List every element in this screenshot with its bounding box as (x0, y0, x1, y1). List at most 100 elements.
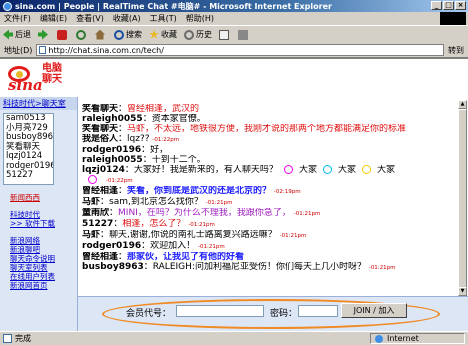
chat-text: lqz?? (127, 134, 150, 144)
chat-message: 笑看聊天：马虾，不太远，地铁很方便，我刚才说的那两个地方都能满足你的标准 (82, 124, 458, 134)
sidebar-link-chatbar[interactable]: 新浪聊吧 (0, 245, 77, 254)
sidebar-link-tech[interactable]: 科技时代 (0, 210, 77, 219)
menu-tools[interactable]: 工具(T) (150, 13, 177, 24)
chat-nick[interactable]: 马虾 (82, 197, 100, 207)
page-viewport: sina 电脑 聊天 科技时代>聊天室 sam0513 小月亮729 busbo… (0, 58, 468, 331)
password-label: 密码： (270, 309, 298, 319)
chat-scrollbar[interactable]: ▲ ▼ (458, 100, 467, 296)
chat-text: 聊天,谢谢,你说的南礼士路离复兴路远嘛？ (109, 230, 277, 240)
home-button[interactable] (95, 29, 107, 40)
smiley-icon (88, 175, 97, 184)
toolbar: 后退 搜索 收藏 历史 (0, 25, 468, 43)
chat-nick[interactable]: 笑看聊天 (82, 104, 118, 114)
smiley-caption: 大家 (337, 165, 356, 175)
password-input[interactable] (298, 305, 338, 317)
security-zone: Internet (370, 333, 465, 344)
logo-brand: 电脑 聊天 (42, 63, 62, 85)
chat-timestamp: -02:19pm (273, 189, 301, 195)
menu-favorites[interactable]: 收藏(A) (113, 13, 141, 24)
chat-text: 笑看，你到底是武汉的还是北京的？ (127, 186, 272, 196)
member-id-input[interactable] (176, 305, 264, 317)
user-list[interactable]: sam0513 小月亮729 busboy8963 笑看聊天 lqzj0124 … (3, 113, 54, 185)
menu-edit[interactable]: 编辑(E) (40, 13, 67, 24)
history-button[interactable]: 历史 (184, 29, 212, 40)
sidebar-link-home[interactable]: 新浪网首页 (0, 281, 77, 290)
chat-nick[interactable]: busboy8963 (82, 262, 144, 272)
page-icon (39, 46, 47, 54)
chat-separator: ： (141, 145, 151, 155)
print-button[interactable] (238, 29, 250, 40)
chat-timestamp: -01:22pm (105, 178, 133, 184)
favorites-button[interactable]: 收藏 (149, 29, 177, 40)
sidebar-link-commands[interactable]: 聊天命令说明 (0, 254, 77, 263)
search-button[interactable]: 搜索 (114, 29, 142, 40)
mail-button[interactable] (219, 29, 231, 40)
menu-help[interactable]: 帮助(H) (186, 13, 214, 24)
scroll-up-button[interactable]: ▲ (458, 100, 467, 109)
smiley-icon (322, 165, 332, 174)
refresh-button[interactable] (76, 29, 88, 40)
ie-icon (3, 1, 12, 11)
chat-nick[interactable]: 51227 (82, 219, 113, 229)
menu-view[interactable]: 查看(V) (76, 13, 104, 24)
sidebar-link-network[interactable]: 新浪网络 (0, 236, 77, 245)
chat-message: lqzj0124：大家好！我是新来的，有人聊天吗？ 大家 大家 大家 (82, 165, 458, 175)
chat-separator: ： (118, 186, 128, 196)
chat-text: 相逢，怎么了？ (122, 219, 186, 229)
join-panel: 会员代号： 密码： JOIN / 加入 (78, 296, 468, 331)
back-button[interactable]: 后退 (3, 29, 31, 40)
close-button[interactable]: × (455, 1, 466, 10)
sidebar-link-software[interactable]: >> 软件下载 (0, 219, 77, 228)
chat-separator: ： (113, 219, 123, 229)
search-icon (114, 29, 124, 40)
forward-button[interactable] (38, 29, 50, 40)
chat-nick[interactable]: 曾经相逢 (82, 186, 118, 196)
chat-text: 曾经相逢，武汉的 (127, 104, 200, 114)
address-bar: 地址(D) http://chat.sina.com.cn/tech/ 转到 (0, 43, 468, 57)
chat-text: 好， (150, 145, 169, 155)
refresh-icon (76, 29, 86, 40)
sidebar-link-news[interactable]: 新闻西西 (0, 193, 77, 202)
scroll-down-button[interactable]: ▼ (458, 287, 467, 296)
search-label: 搜索 (126, 30, 142, 39)
go-button[interactable]: 转到 (448, 45, 464, 56)
chat-text: sam,到北京怎么找你？ (109, 197, 203, 207)
chat-separator: ： (109, 208, 119, 218)
chat-nick[interactable]: 马虾 (82, 230, 100, 240)
address-input[interactable]: http://chat.sina.com.cn/tech/ (36, 44, 445, 56)
chat-text: 大家好！我是新来的，有人聊天吗？ (133, 165, 278, 175)
chat-nick[interactable]: rodger0196 (82, 145, 141, 155)
chat-nick[interactable]: 童雨欣 (82, 208, 109, 218)
chat-text: 马虾，不太远，地铁很方便，我刚才说的那两个地方都能满足你的标准 (127, 124, 407, 134)
chat-timestamp: -01:21pm (279, 233, 307, 239)
smiley-icon (361, 165, 371, 174)
member-label: 会员代号： (126, 309, 172, 319)
chat-message: 童雨欣：MINI，在吗？为什么不理我，我跟你急了， -01:21pm (82, 208, 458, 219)
join-button[interactable]: JOIN / 加入 (341, 303, 407, 318)
user-item[interactable]: 51227 (6, 170, 53, 181)
breadcrumb[interactable]: 科技时代>聊天室 (0, 97, 77, 110)
menu-file[interactable]: 文件(F) (4, 13, 31, 24)
title-bar: sina.com | People | RealTime Chat #电脑# -… (0, 0, 468, 12)
chat-message: 曾经相逢：笑看，你到底是武汉的还是北京的？ -02:19pm (82, 186, 458, 197)
scroll-thumb[interactable] (458, 109, 467, 289)
chat-separator: ： (142, 114, 152, 124)
chat-nick[interactable]: rodger0196 (82, 241, 141, 251)
sidebar: 科技时代>聊天室 sam0513 小月亮729 busboy8963 笑看聊天 … (0, 97, 78, 331)
chat-timestamp: -01:21pm (198, 244, 225, 250)
minimize-button[interactable]: _ (431, 1, 442, 10)
chat-nick[interactable]: 笑看聊天 (82, 124, 118, 134)
chat-message: rodger0196：欢迎加入！ -01:21pm (82, 241, 458, 252)
sidebar-link-online-users[interactable]: 在线用户列表 (0, 272, 77, 281)
stop-button[interactable] (57, 29, 69, 40)
chat-separator: ： (118, 104, 128, 114)
chat-nick[interactable]: 曾经相逢 (82, 252, 118, 262)
chat-nick[interactable]: raleigh0055 (82, 114, 143, 124)
maximize-button[interactable]: □ (443, 1, 454, 10)
chat-log: 笑看聊天：曾经相逢，武汉的 raleigh0055：资本家官僚。 笑看聊天：马虾，不… (82, 104, 458, 294)
sidebar-link-rooms[interactable]: 聊天室列表 (0, 263, 77, 272)
chat-nick[interactable]: raleigh0055 (82, 155, 143, 165)
chat-nick[interactable]: 我是俗人 (82, 134, 118, 144)
chat-nick[interactable]: lqzj0124 (82, 165, 125, 175)
chat-message: 51227：相逢，怎么了？ -01:21pm (82, 219, 458, 230)
